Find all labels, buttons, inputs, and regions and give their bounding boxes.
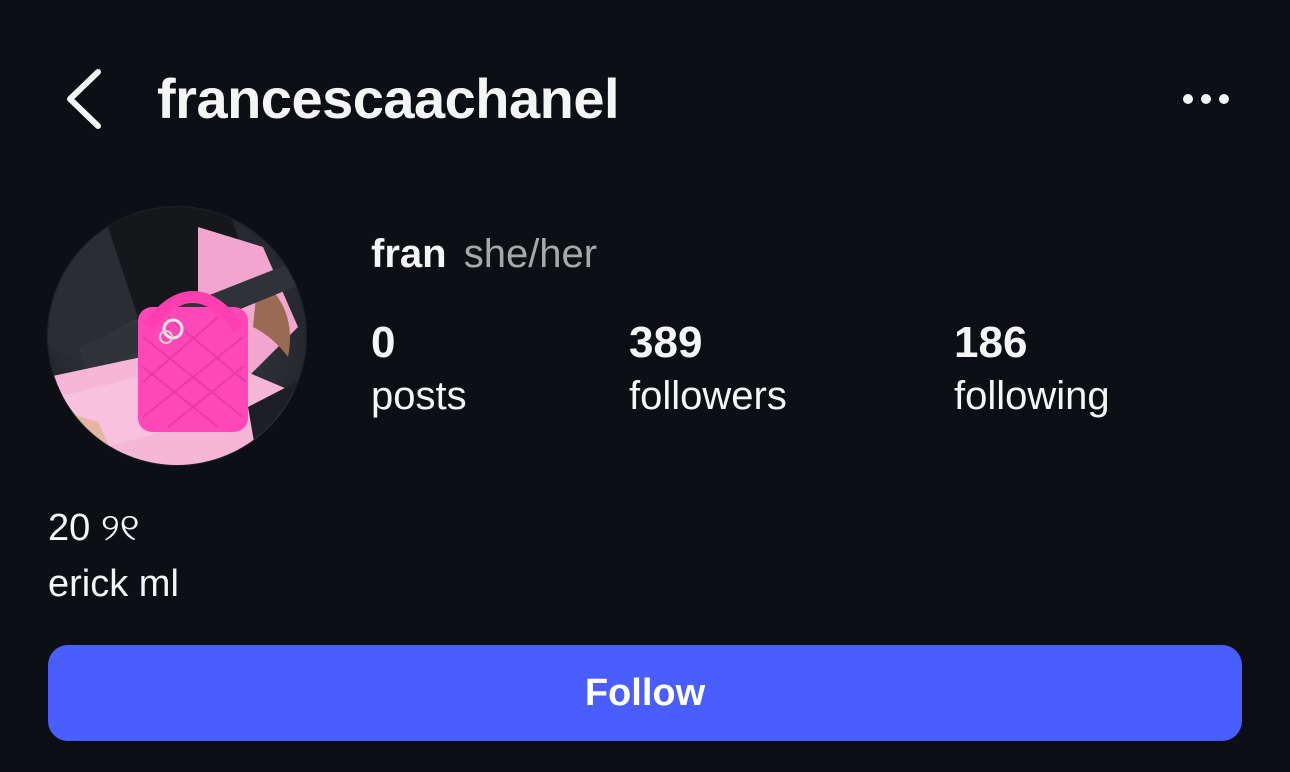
more-options-button[interactable] <box>1178 82 1234 116</box>
followers-label: followers <box>629 374 787 418</box>
stat-following[interactable]: 186 following <box>954 318 1110 424</box>
header-username: francescaachanel <box>157 67 620 130</box>
chevron-left-icon <box>67 69 101 129</box>
following-label: following <box>954 374 1110 418</box>
profile-avatar[interactable] <box>48 207 306 465</box>
posts-label: posts <box>371 374 467 418</box>
stat-posts: 0 posts <box>371 318 467 424</box>
avatar-image <box>48 207 306 465</box>
display-name: fran <box>371 232 447 276</box>
more-horizontal-icon <box>1183 94 1229 104</box>
profile-header: francescaachanel <box>0 0 1290 196</box>
stat-followers[interactable]: 389 followers <box>629 318 787 424</box>
profile-bio: 20 ୨୧ erick ml <box>48 500 179 612</box>
posts-count: 0 <box>371 318 396 367</box>
display-name-row: fran she/her <box>371 230 597 278</box>
back-button[interactable] <box>56 66 116 132</box>
bio-line-2: erick ml <box>48 563 179 605</box>
following-count: 186 <box>954 318 1028 367</box>
pronouns: she/her <box>463 232 598 276</box>
bio-line-1: 20 ୨୧ <box>48 507 140 549</box>
follow-button[interactable]: Follow <box>48 645 1242 741</box>
followers-count: 389 <box>629 318 703 367</box>
